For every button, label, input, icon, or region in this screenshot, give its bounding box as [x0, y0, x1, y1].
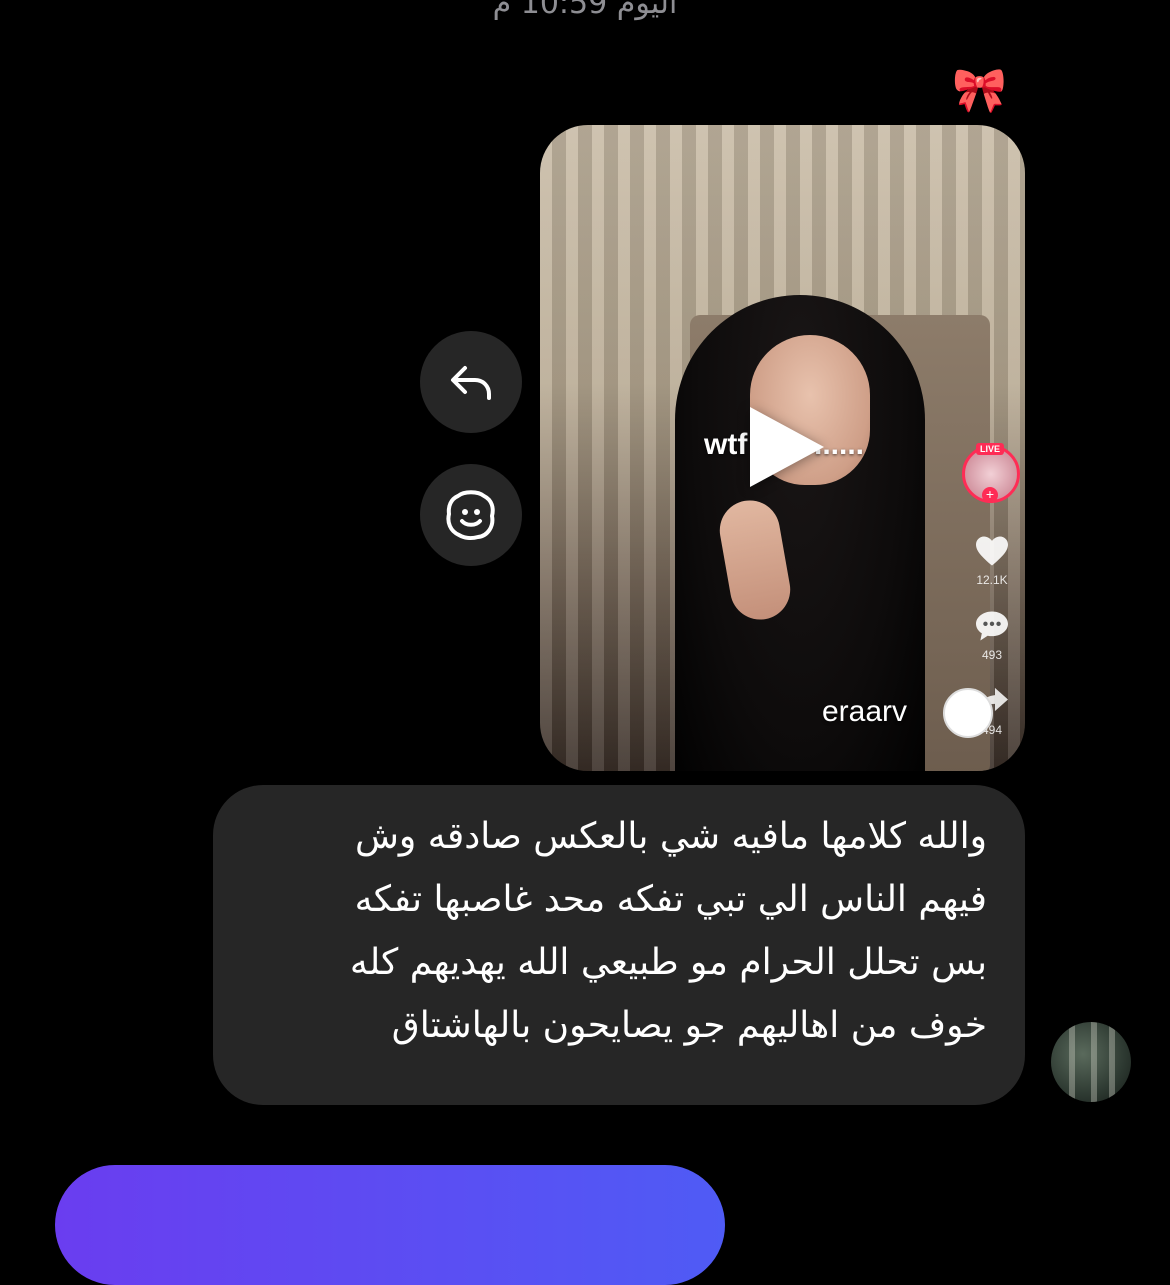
play-icon[interactable]: [750, 407, 824, 487]
follow-plus-icon: +: [982, 487, 998, 503]
message-timestamp: اليوم 10:59 م: [492, 0, 678, 21]
message-line: فيهم الناس الي تبي تفكه محد غاصبها تفكه: [354, 879, 987, 920]
outgoing-message-bubble[interactable]: [55, 1165, 725, 1285]
comment-stat: 493: [970, 610, 1014, 662]
message-line: والله كلامها مافيه شي بالعكس صادقه وش: [354, 816, 987, 857]
reply-button[interactable]: [420, 331, 522, 433]
live-badge: LIVE: [976, 443, 1005, 455]
comment-count: 493: [981, 648, 1003, 662]
comment-bubble-icon: [976, 611, 1008, 641]
like-stat: 12.1K: [970, 535, 1014, 587]
shared-video-card[interactable]: wtf ...... LIVE + 12.1K 493 494 eraarv 😈: [540, 125, 1025, 771]
video-author-avatar[interactable]: 😈: [943, 688, 993, 738]
react-button[interactable]: [420, 464, 522, 566]
video-author-name[interactable]: eraarv: [822, 695, 907, 729]
message-line: بس تحلل الحرام مو طبيعي الله يهديهم كله: [349, 942, 987, 983]
sender-avatar[interactable]: [1051, 1022, 1131, 1102]
devil-face-icon: 😈: [952, 695, 984, 731]
message-bubble[interactable]: والله كلامها مافيه شي بالعكس صادقه وش في…: [213, 785, 1025, 1105]
video-person: [635, 295, 965, 771]
message-line: خوف من اهاليهم جو يصايحون بالهاشتاق: [391, 1005, 987, 1046]
ribbon-bow-icon[interactable]: 🎀: [952, 66, 1007, 116]
smiley-face-icon: [446, 490, 495, 541]
heart-icon: [976, 536, 1008, 566]
reply-arrow-icon: [451, 366, 491, 400]
message-text: والله كلامها مافيه شي بالعكس صادقه وش في…: [247, 805, 987, 1057]
like-count: 12.1K: [976, 573, 1008, 587]
